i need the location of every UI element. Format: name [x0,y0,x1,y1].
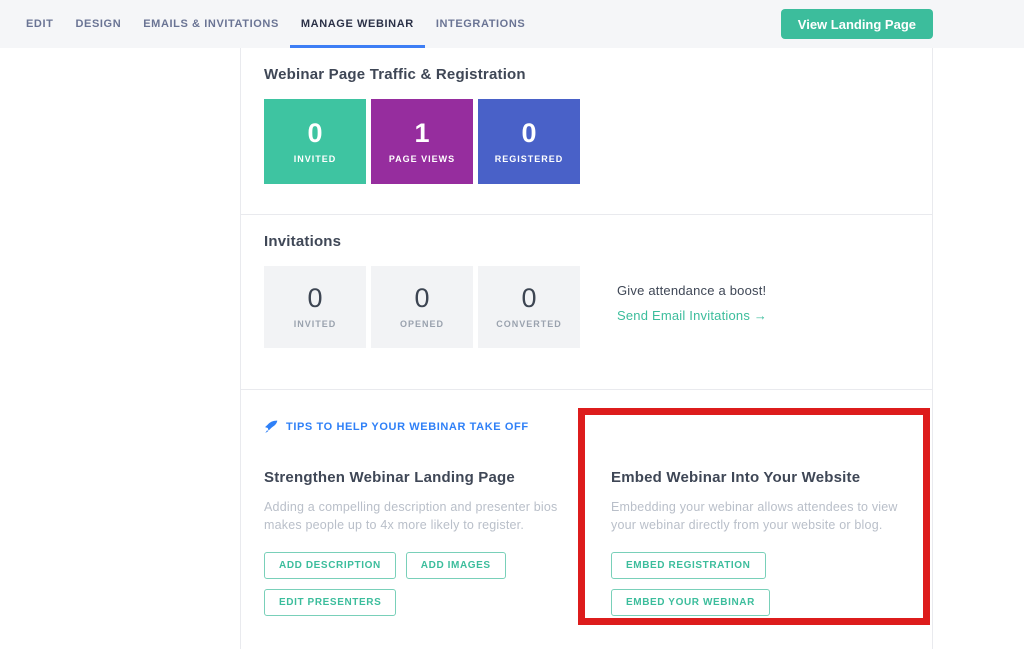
traffic-stat-tiles: 0 INVITED 1 PAGE VIEWS 0 REGISTERED [264,99,909,184]
tips-section: TIPS TO HELP YOUR WEBINAR TAKE OFF Stren… [241,390,932,649]
embed-webinar-column: Embed Webinar Into Your Website Embeddin… [611,469,909,616]
add-description-button[interactable]: ADD DESCRIPTION [264,552,396,579]
invitation-stat-tiles: 0 INVITED 0 OPENED 0 CONVERTED [264,266,580,348]
stat-tile-converted: 0 CONVERTED [478,266,580,348]
embed-your-webinar-button[interactable]: EMBED YOUR WEBINAR [611,589,770,616]
strengthen-landing-page-column: Strengthen Webinar Landing Page Adding a… [264,469,611,616]
tab-design[interactable]: DESIGN [64,0,132,48]
strengthen-buttons: ADD DESCRIPTION ADD IMAGES EDIT PRESENTE… [264,552,584,616]
stat-label: REGISTERED [495,154,564,164]
stat-tile-opened: 0 OPENED [371,266,473,348]
stat-value: 0 [521,120,536,147]
invitations-section: Invitations 0 INVITED 0 OPENED 0 CONVERT… [241,215,932,390]
embed-registration-button[interactable]: EMBED REGISTRATION [611,552,766,579]
tips-header: TIPS TO HELP YOUR WEBINAR TAKE OFF [264,420,909,434]
invitations-row: 0 INVITED 0 OPENED 0 CONVERTED Give atte… [264,266,909,348]
tab-integrations[interactable]: INTEGRATIONS [425,0,537,48]
strengthen-description: Adding a compelling description and pres… [264,498,566,534]
content-panel: Webinar Page Traffic & Registration 0 IN… [240,48,933,649]
tab-emails-invitations[interactable]: EMAILS & INVITATIONS [132,0,290,48]
strengthen-title: Strengthen Webinar Landing Page [264,469,611,486]
stat-label: PAGE VIEWS [389,154,455,164]
stat-value: 0 [307,120,322,147]
tab-edit[interactable]: EDIT [15,0,64,48]
tips-columns: Strengthen Webinar Landing Page Adding a… [264,469,909,616]
embed-description: Embedding your webinar allows attendees … [611,498,909,534]
stat-tile-registered: 0 REGISTERED [478,99,580,184]
embed-buttons: EMBED REGISTRATION EMBED YOUR WEBINAR [611,552,909,616]
stat-label: OPENED [400,319,444,329]
stat-label: CONVERTED [496,319,562,329]
nav-tabs: EDIT DESIGN EMAILS & INVITATIONS MANAGE … [0,0,536,48]
stat-value: 0 [307,285,322,312]
stat-value: 1 [414,120,429,147]
boost-block: Give attendance a boost! Send Email Invi… [617,266,767,348]
stat-value: 0 [414,285,429,312]
tab-manage-webinar[interactable]: MANAGE WEBINAR [290,0,425,48]
top-nav: EDIT DESIGN EMAILS & INVITATIONS MANAGE … [0,0,1024,48]
embed-title: Embed Webinar Into Your Website [611,469,909,486]
send-email-invitations-link[interactable]: Send Email Invitations → [617,308,767,323]
traffic-section: Webinar Page Traffic & Registration 0 IN… [241,48,932,215]
stat-tile-invited: 0 INVITED [264,99,366,184]
add-images-button[interactable]: ADD IMAGES [406,552,506,579]
view-landing-page-button[interactable]: View Landing Page [781,9,933,39]
traffic-section-title: Webinar Page Traffic & Registration [264,66,909,83]
invitations-section-title: Invitations [264,233,909,250]
tips-header-label: TIPS TO HELP YOUR WEBINAR TAKE OFF [286,421,529,433]
stat-label: INVITED [294,154,337,164]
stat-label: INVITED [294,319,337,329]
boost-text: Give attendance a boost! [617,283,767,298]
stat-value: 0 [521,285,536,312]
edit-presenters-button[interactable]: EDIT PRESENTERS [264,589,396,616]
stat-tile-invited: 0 INVITED [264,266,366,348]
rocket-icon [264,420,278,434]
stat-tile-page-views: 1 PAGE VIEWS [371,99,473,184]
page: EDIT DESIGN EMAILS & INVITATIONS MANAGE … [0,0,1024,649]
